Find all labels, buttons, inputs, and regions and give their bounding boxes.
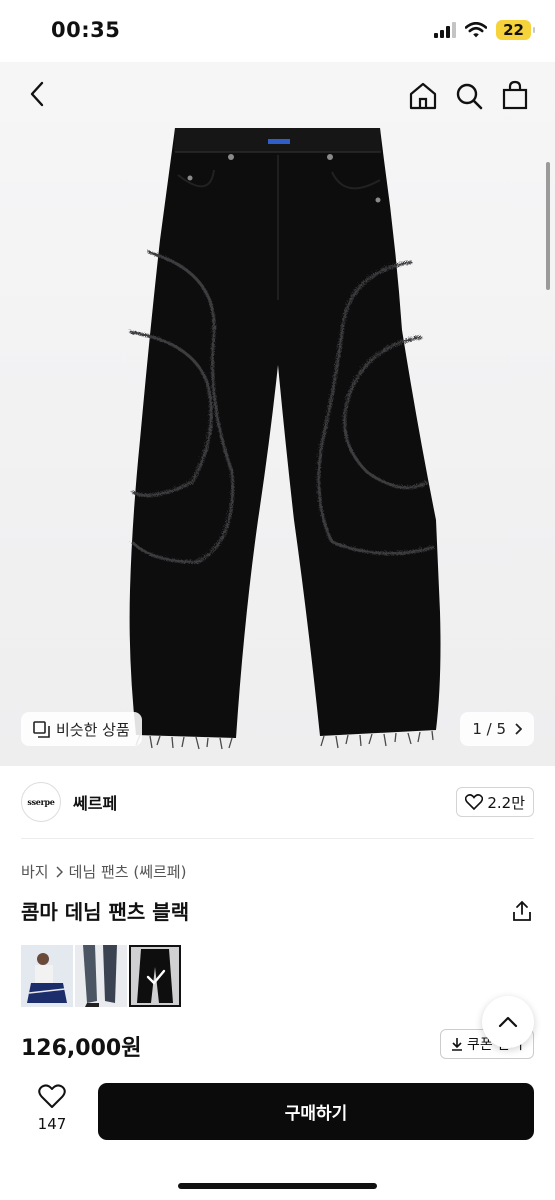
thumbnail-1[interactable] [21, 945, 73, 1007]
share-icon[interactable] [510, 899, 534, 923]
heart-icon [38, 1084, 66, 1108]
breadcrumb-category[interactable]: 바지 [21, 861, 49, 882]
brand-like-button[interactable]: 2.2만 [456, 787, 534, 817]
shopping-bag-icon [502, 80, 528, 110]
thumbnail-3-selected[interactable] [129, 945, 181, 1007]
thumbnail-legs-photo [75, 945, 127, 1007]
home-indicator [178, 1183, 377, 1189]
product-image-gallery[interactable] [0, 62, 555, 766]
download-icon [452, 1038, 463, 1051]
product-title: 콤마 데님 팬츠 블랙 [21, 900, 190, 924]
page-indicator-text: 1 / 5 [472, 720, 506, 738]
similar-icon [33, 720, 50, 738]
image-page-indicator[interactable]: 1 / 5 [460, 712, 534, 746]
similar-products-label: 비슷한 상품 [56, 720, 130, 739]
search-icon [456, 83, 483, 110]
cart-button[interactable] [497, 77, 533, 113]
buy-button[interactable]: 구매하기 [98, 1083, 534, 1140]
status-icons: 22 [434, 20, 535, 40]
thumbnail-model-photo [21, 945, 73, 1007]
brand-like-count: 2.2만 [487, 793, 525, 812]
breadcrumb: 바지 데님 팬츠 (쎄르페) [21, 861, 186, 882]
chevron-right-icon [56, 865, 63, 878]
brand-logo[interactable]: sserpe [21, 782, 61, 822]
search-button[interactable] [451, 78, 487, 114]
similar-products-button[interactable]: 비슷한 상품 [21, 712, 142, 746]
signal-icon [434, 22, 457, 38]
wishlist-count: 147 [37, 1115, 67, 1133]
product-photo-black-pants [127, 128, 441, 750]
home-button[interactable] [405, 78, 441, 114]
battery-indicator: 22 [496, 20, 535, 40]
home-icon [409, 82, 437, 110]
heart-icon [465, 794, 484, 810]
back-button[interactable] [19, 76, 55, 112]
thumbnail-pants-photo [131, 947, 179, 1005]
chevron-right-icon [515, 723, 522, 735]
scroll-to-top-button[interactable] [482, 996, 534, 1048]
status-bar: 00:35 22 [0, 0, 555, 62]
thumbnail-2[interactable] [75, 945, 127, 1007]
title-row: 콤마 데님 팬츠 블랙 [21, 896, 534, 925]
status-time: 00:35 [51, 18, 121, 42]
chevron-up-icon [498, 1016, 518, 1028]
brand-row[interactable]: sserpe 쎄르페 2.2만 [21, 780, 534, 824]
thumbnail-strip [21, 945, 181, 1007]
wifi-icon [465, 22, 488, 38]
breadcrumb-subcategory[interactable]: 데님 팬츠 (쎄르페) [69, 861, 187, 882]
product-price: 126,000원 [21, 1036, 142, 1061]
scrollbar[interactable] [546, 162, 550, 290]
chevron-left-icon [30, 81, 44, 107]
divider [21, 838, 534, 839]
wishlist-button[interactable]: 147 [30, 1084, 74, 1133]
brand-name[interactable]: 쎄르페 [73, 790, 117, 814]
